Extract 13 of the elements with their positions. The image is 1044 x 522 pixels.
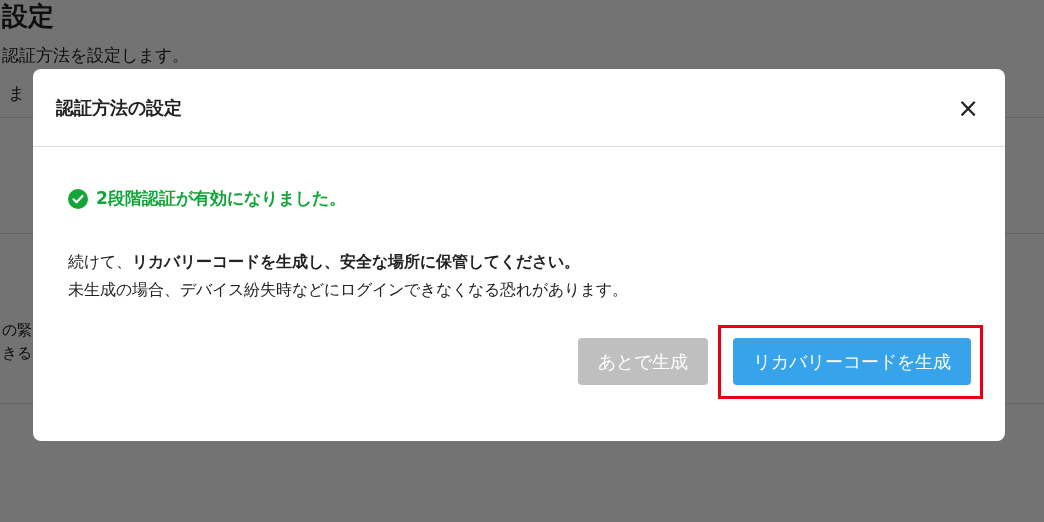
dialog-title: 認証方法の設定 [56,95,182,120]
close-button[interactable]: × [951,94,985,121]
item-text: の緊 [2,321,32,340]
body-text: 未生成の場合、デバイス紛失時などにログインできなくなる恐れがあります。 [68,279,629,301]
page-heading: 設定 [2,0,54,33]
item-text: きる [2,344,32,363]
page-description: 認証方法を設定します。 [2,44,189,67]
success-message: 2段階認証が有効になりました。 [96,187,346,210]
action-button[interactable]: リカバリーコードを生成 [733,338,971,385]
body-text: 続けて、リカバリーコードを生成し、安全な場所に保管してください。 [68,251,581,273]
page-text: ま [8,82,25,105]
check-circle-icon [68,188,88,209]
action-button[interactable]: あとで生成 [578,338,708,385]
